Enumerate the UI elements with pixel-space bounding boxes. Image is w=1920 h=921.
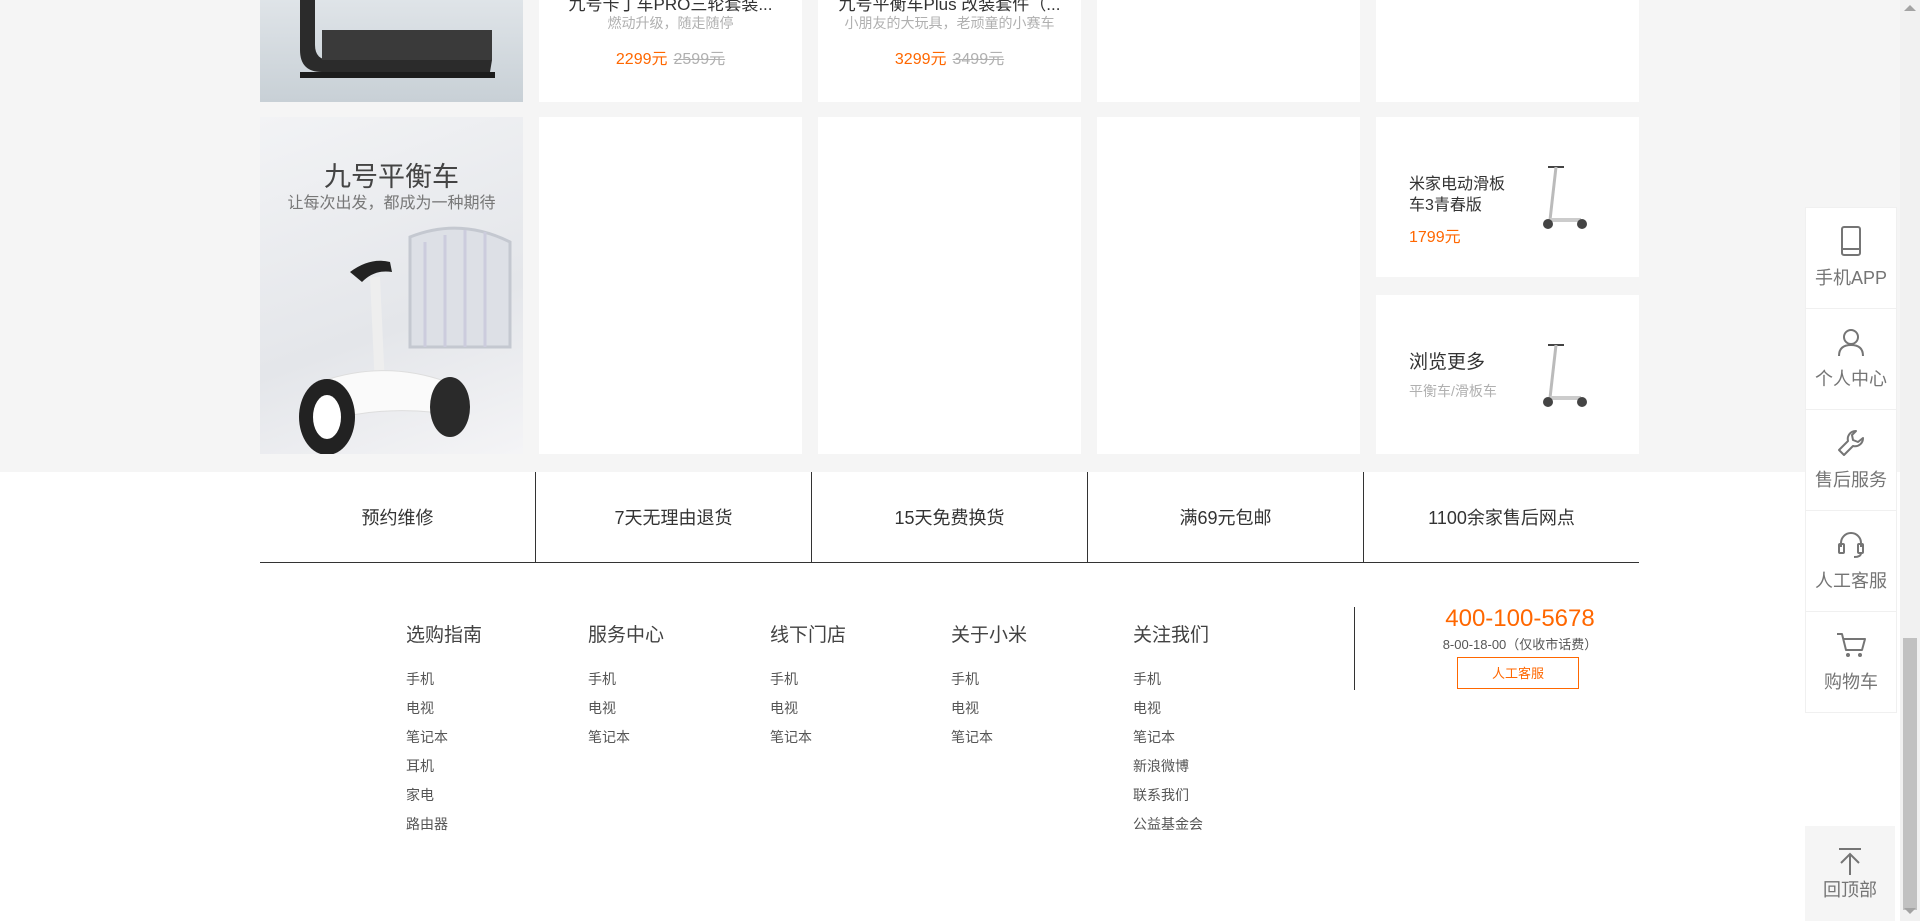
sidebar-item-aftersales[interactable]: 售后服务 — [1806, 410, 1896, 511]
footer-col-about: 关于小米 手机 电视 笔记本 — [951, 620, 1027, 752]
product-card-empty[interactable] — [818, 117, 1081, 454]
treadmill-promo-image[interactable] — [260, 0, 523, 102]
service-return-link[interactable]: 7天无理由退货 — [536, 472, 812, 562]
treadmill-image — [300, 0, 495, 78]
footer-col-stores: 线下门店 手机 电视 笔记本 — [770, 620, 846, 752]
page-scrollbar[interactable] — [1900, 0, 1920, 921]
product-card-empty[interactable] — [539, 117, 802, 454]
sidebar-item-account[interactable]: 个人中心 — [1806, 309, 1896, 410]
product-price: 2299元 2599元 — [539, 45, 802, 69]
sidebar-item-label: 购物车 — [1824, 672, 1878, 692]
product-card-empty[interactable] — [1097, 0, 1360, 102]
sidebar-item-label: 个人中心 — [1815, 369, 1887, 389]
footer-col-title: 选购指南 — [406, 625, 483, 646]
product-section: 九号卡丁车PRO三轮套装... 燃动升级，随走随停 2299元 2599元 九号平… — [0, 0, 1900, 472]
footer-link[interactable]: 笔记本 — [1133, 723, 1209, 752]
footer-col-title: 服务中心 — [588, 625, 665, 646]
sidebar-item-cart[interactable]: 购物车 — [1806, 612, 1896, 712]
footer-link[interactable]: 手机 — [951, 665, 1027, 694]
footer-col-title: 线下门店 — [770, 625, 847, 646]
product-card-small[interactable]: 米家电动滑板 车3青春版 1799元 — [1376, 117, 1639, 277]
price-original: 2599元 — [673, 51, 726, 68]
footer-link[interactable]: 笔记本 — [588, 723, 664, 752]
footer-col-service: 服务中心 手机 电视 笔记本 — [588, 620, 664, 752]
footer-col-guide: 选购指南 手机 电视 笔记本 耳机 家电 路由器 — [406, 620, 482, 839]
footer-link[interactable]: 手机 — [1133, 665, 1209, 694]
price-original: 3499元 — [952, 51, 1005, 68]
browse-more-title: 浏览更多 — [1409, 352, 1486, 373]
footer-link[interactable]: 手机 — [588, 665, 664, 694]
sidebar-item-label: 售后服务 — [1815, 470, 1887, 490]
contact-hours: 8-00-18-00（仅收市话费） — [1442, 637, 1598, 652]
scroll-up-arrow-icon[interactable] — [1904, 5, 1916, 11]
product-card-empty[interactable] — [1376, 0, 1639, 102]
balance-scooter-promo[interactable]: 九号平衡车 让每次出发，都成为一种期待 — [260, 117, 523, 454]
balance-scooter-image — [299, 226, 512, 454]
footer-link[interactable]: 电视 — [406, 694, 482, 723]
product-price: 3299元 3499元 — [818, 45, 1081, 69]
sidebar-item-label: 人工客服 — [1815, 571, 1887, 591]
user-icon — [1838, 329, 1864, 357]
product-card[interactable]: 九号卡丁车PRO三轮套装... 燃动升级，随走随停 2299元 2599元 — [539, 0, 802, 102]
back-to-top-button[interactable]: 回顶部 — [1805, 826, 1895, 921]
sidebar-item-support[interactable]: 人工客服 — [1806, 511, 1896, 612]
footer-link[interactable]: 电视 — [770, 694, 846, 723]
footer-link[interactable]: 耳机 — [406, 752, 482, 781]
footer-link[interactable]: 笔记本 — [770, 723, 846, 752]
service-shipping-link[interactable]: 满69元包邮 — [1088, 472, 1364, 562]
footer-link[interactable]: 路由器 — [406, 810, 482, 839]
cart-icon — [1837, 633, 1866, 657]
scooter-image — [1543, 344, 1587, 407]
phone-icon — [1841, 226, 1861, 256]
price-current: 3299元 — [894, 51, 947, 68]
floating-sidebar: 手机APP 个人中心 售后服务 人工客服 购物车 — [1805, 207, 1897, 713]
browse-more-sub: 平衡车/滑板车 — [1409, 383, 1497, 399]
scooter-image — [1543, 166, 1587, 229]
footer-link[interactable]: 公益基金会 — [1133, 810, 1209, 839]
service-repair-link[interactable]: 预约维修 — [260, 472, 536, 562]
wrench-icon — [1838, 430, 1864, 456]
footer-link[interactable]: 电视 — [588, 694, 664, 723]
customer-service-button[interactable]: 人工客服 — [1457, 657, 1579, 689]
service-outlets-link[interactable]: 1100余家售后网点 — [1364, 472, 1639, 562]
contact-phone: 400-100-5678 — [1445, 605, 1595, 632]
footer-col-follow: 关注我们 手机 电视 笔记本 新浪微博 联系我们 公益基金会 — [1133, 620, 1209, 839]
price-current: 2299元 — [615, 51, 668, 68]
footer-link[interactable]: 联系我们 — [1133, 781, 1209, 810]
arrow-up-icon — [1839, 847, 1861, 875]
footer-link[interactable]: 电视 — [951, 694, 1027, 723]
footer-link[interactable]: 电视 — [1133, 694, 1209, 723]
sidebar-item-label: 手机APP — [1814, 268, 1888, 288]
back-to-top-label: 回顶部 — [1823, 879, 1877, 900]
footer-divider — [1354, 607, 1355, 690]
footer-link[interactable]: 手机 — [406, 665, 482, 694]
footer-col-title: 关注我们 — [1133, 625, 1210, 646]
browse-more-card[interactable]: 浏览更多 平衡车/滑板车 — [1376, 295, 1639, 454]
service-exchange-link[interactable]: 15天免费换货 — [812, 472, 1088, 562]
footer-link[interactable]: 手机 — [770, 665, 846, 694]
footer-link[interactable]: 笔记本 — [951, 723, 1027, 752]
product-desc: 燃动升级，随走随停 — [607, 15, 734, 31]
product-name: 米家电动滑板 车3青春版 — [1409, 176, 1506, 214]
service-bar: 预约维修 7天无理由退货 15天免费换货 满69元包邮 1100余家售后网点 — [260, 472, 1639, 563]
footer-link[interactable]: 笔记本 — [406, 723, 482, 752]
product-price: 1799元 — [1409, 229, 1461, 246]
footer-link[interactable]: 新浪微博 — [1133, 752, 1209, 781]
product-desc: 小朋友的大玩具，老顽童的小赛车 — [844, 15, 1055, 31]
scrollbar-thumb[interactable] — [1903, 638, 1917, 910]
product-card[interactable]: 九号平衡车Plus 改装套件（... 小朋友的大玩具，老顽童的小赛车 3299元… — [818, 0, 1081, 102]
headset-icon — [1838, 532, 1864, 558]
footer-link[interactable]: 家电 — [406, 781, 482, 810]
scroll-down-arrow-icon[interactable] — [1904, 908, 1916, 914]
product-card-empty[interactable] — [1097, 117, 1360, 454]
sidebar-item-app[interactable]: 手机APP — [1806, 208, 1896, 309]
footer-col-title: 关于小米 — [951, 625, 1028, 646]
